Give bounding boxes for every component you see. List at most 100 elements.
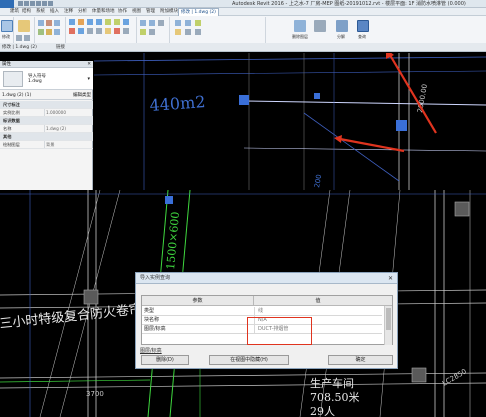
context-label: 修改 | 1.dwg (2) (2, 45, 37, 50)
create-parts-icon[interactable] (149, 29, 155, 35)
properties-panel: 属性 ✕ 导入符号 1.dwg ▾ 1.dwg (2) (1) 编辑类型 尺寸标… (0, 61, 93, 190)
measure-tool-icon[interactable] (140, 20, 146, 26)
app-menu-button[interactable] (0, 0, 14, 8)
grid-value: 线 (254, 307, 382, 316)
properties-title: 属性 (2, 62, 11, 67)
property-row[interactable]: 其他 (0, 133, 93, 141)
column-marker[interactable] (314, 93, 320, 99)
property-value[interactable]: 1.dwg (2) (44, 125, 91, 132)
workset-icon[interactable] (195, 29, 201, 35)
delete-button[interactable]: 删除(D) (141, 355, 189, 365)
tab-analyze[interactable]: 分析 (78, 8, 87, 16)
mirror-draw-icon[interactable] (96, 19, 102, 25)
column-marker[interactable] (411, 367, 427, 383)
column-marker[interactable] (239, 95, 249, 105)
tab-architecture[interactable]: 建筑 (10, 8, 19, 16)
explode-icon[interactable] (336, 20, 348, 32)
tab-manage[interactable]: 管理 (146, 8, 155, 16)
cut-icon[interactable] (16, 35, 22, 41)
undo-icon[interactable] (30, 1, 35, 6)
type-line2: 1.dwg (28, 79, 42, 84)
open-icon[interactable] (18, 1, 23, 6)
delete-icon[interactable] (114, 28, 120, 34)
type-selector[interactable]: 导入符号 1.dwg ▾ (0, 68, 93, 90)
copy-element-icon[interactable] (114, 19, 120, 25)
type-thumbnail (3, 71, 23, 87)
chevron-down-icon[interactable]: ▾ (87, 76, 90, 82)
property-key: 绘制图层 (3, 142, 20, 147)
modify-button[interactable] (1, 20, 13, 32)
area-label: 440m2 (149, 92, 206, 115)
tab-annotate[interactable]: 注释 (64, 8, 73, 16)
ok-button[interactable]: 确定 (328, 355, 393, 365)
move-icon[interactable] (105, 19, 111, 25)
revit-window: Autodesk Revit 2016 - 上之水-7 厂房-MEP 图纸-20… (0, 0, 486, 190)
paint-icon[interactable] (46, 29, 52, 35)
column-marker[interactable] (165, 196, 173, 204)
close-icon[interactable]: ✕ (87, 61, 91, 68)
tab-view[interactable]: 视图 (132, 8, 141, 16)
save-icon[interactable] (24, 1, 29, 6)
query-icon[interactable] (357, 20, 369, 32)
col-param: 参数 (142, 296, 254, 306)
instance-filter[interactable]: 1.dwg (2) (1) 编辑类型 (0, 91, 93, 100)
tab-modify-dwg[interactable]: 修改 | 1.dwg (2) (178, 8, 219, 16)
property-row[interactable]: 标识数据 (0, 117, 93, 125)
pin-icon[interactable] (105, 28, 111, 34)
copy-icon[interactable] (24, 35, 30, 41)
join-icon[interactable] (54, 20, 60, 26)
tab-collaborate[interactable]: 协作 (118, 8, 127, 16)
property-key: 尺寸标注 (3, 102, 20, 107)
align-icon[interactable] (69, 19, 75, 25)
tab-insert[interactable]: 插入 (50, 8, 59, 16)
create-group-icon[interactable] (158, 20, 164, 26)
redo-icon[interactable] (36, 1, 41, 6)
property-row[interactable]: 尺寸标注 (0, 101, 93, 109)
close-icon[interactable]: ✕ (388, 273, 393, 284)
grid-scrollbar[interactable] (384, 306, 392, 345)
property-key: 标识数据 (3, 118, 20, 123)
create-assembly-icon[interactable] (140, 29, 146, 35)
layer-link[interactable]: 图层/标高 (140, 347, 162, 354)
hide-in-view-button[interactable]: 在视图中隐藏(H) (209, 355, 289, 365)
override-icon[interactable] (195, 20, 201, 26)
filter-icon[interactable] (185, 29, 191, 35)
column-marker[interactable] (83, 289, 99, 305)
scroll-thumb[interactable] (386, 308, 391, 330)
tab-systems[interactable]: 系统 (36, 8, 45, 16)
room-area: 708.50米 (310, 391, 360, 404)
array-icon[interactable] (87, 28, 93, 34)
mirror-axis-icon[interactable] (87, 19, 93, 25)
trim-icon[interactable] (69, 28, 75, 34)
tab-structure[interactable]: 结构 (22, 8, 31, 16)
property-value[interactable]: 1.000000 (44, 109, 91, 116)
rotate-icon[interactable] (123, 19, 129, 25)
cad-view-top[interactable]: 440m2 2000.00 200 (94, 53, 486, 190)
cut-geometry-icon[interactable] (46, 20, 52, 26)
delete-layers-icon[interactable] (294, 20, 306, 32)
cope-icon[interactable] (38, 20, 44, 26)
column-marker[interactable] (396, 120, 407, 131)
split-icon[interactable] (78, 28, 84, 34)
dimension-small: 3700 (86, 390, 104, 398)
scale-icon[interactable] (96, 28, 102, 34)
paste-icon[interactable] (18, 20, 30, 32)
edit-type-button[interactable]: 编辑类型 (73, 91, 91, 100)
demolish-icon[interactable] (54, 29, 60, 35)
split-face-icon[interactable] (38, 29, 44, 35)
unpin-icon[interactable] (123, 28, 129, 34)
measure-icon[interactable] (48, 1, 53, 6)
property-value[interactable]: 背景 (44, 141, 91, 148)
view-icon[interactable] (175, 20, 181, 26)
tab-addins[interactable]: 附加模块 (160, 8, 178, 16)
print-icon[interactable] (42, 1, 47, 6)
hide-icon[interactable] (185, 20, 191, 26)
explode-label: 分解 (337, 34, 345, 39)
dimension-icon[interactable] (149, 20, 155, 26)
column-marker[interactable] (454, 201, 470, 217)
select-icon[interactable] (175, 29, 181, 35)
offset-icon[interactable] (78, 19, 84, 25)
room-name: 生产车间 (310, 376, 354, 390)
manage-layers-icon[interactable] (314, 20, 326, 32)
tab-massing[interactable]: 体量和场地 (92, 8, 115, 16)
